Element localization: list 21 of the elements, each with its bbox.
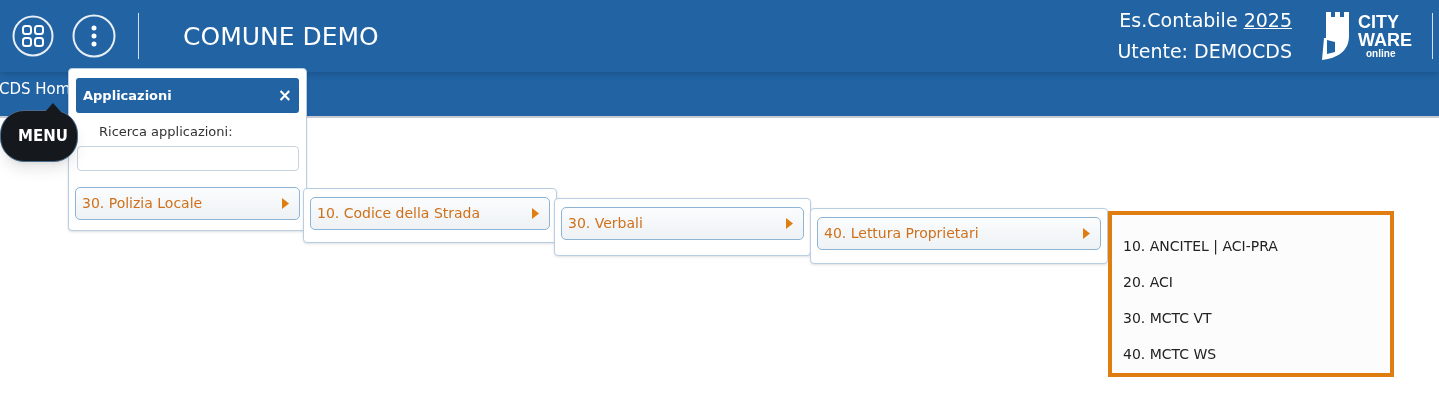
panel-title: Applicazioni [83, 86, 172, 105]
menu-item[interactable]: 30. Polizia Locale [75, 187, 300, 220]
menu-item[interactable]: 40. Lettura Proprietari [817, 217, 1101, 250]
logo-subtext: online [1366, 49, 1397, 59]
menu-item[interactable]: 30. Verbali [561, 207, 804, 240]
menu-item[interactable]: 20. ACI [1123, 264, 1379, 301]
logo-text: CITY [1358, 13, 1400, 31]
menu-item[interactable]: 10. ANCITEL | ACI-PRA [1123, 228, 1379, 265]
tooltip-label: MENU [18, 125, 68, 147]
menu-item[interactable]: 10. Codice della Strada [310, 197, 550, 230]
search-label: Ricerca applicazioni: [99, 123, 233, 141]
grid-icon[interactable] [12, 15, 54, 57]
more-icon[interactable] [72, 14, 116, 58]
close-button[interactable]: × [277, 82, 292, 109]
logo-text: WARE [1358, 31, 1412, 49]
app-title: COMUNE DEMO [183, 23, 379, 49]
fiscal-year: Es.Contabile 2025 [1119, 8, 1292, 33]
menu-item[interactable]: 30. MCTC VT [1123, 300, 1379, 337]
search-field[interactable] [77, 145, 299, 171]
user-name: Utente: DEMOCDS [1117, 39, 1292, 64]
menu-item[interactable]: 40. MCTC WS [1123, 336, 1379, 373]
